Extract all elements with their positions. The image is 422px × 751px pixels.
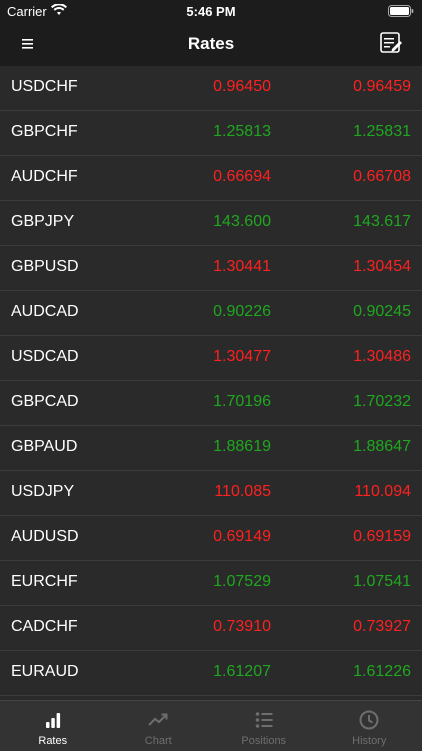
rate-ask: 1.30486	[353, 348, 411, 366]
status-bar: Carrier 5:46 PM	[0, 0, 422, 22]
rate-symbol: GBPUSD	[11, 258, 79, 276]
rate-symbol: AUDCAD	[11, 303, 79, 321]
edit-list-button[interactable]	[378, 30, 404, 56]
rate-ask: 1.30454	[353, 258, 411, 276]
rate-symbol: EURAUD	[11, 663, 79, 681]
rate-ask: 0.96459	[353, 78, 411, 96]
tab-bar: Rates Chart Positions	[0, 700, 422, 751]
rate-bid: 0.96450	[213, 78, 271, 96]
rate-symbol: USDCHF	[11, 78, 78, 96]
rate-row[interactable]: GBPAUD 1.88619 1.88647	[0, 426, 422, 471]
status-time: 5:46 PM	[0, 4, 422, 19]
rates-list[interactable]: USDCHF 0.96450 0.96459 GBPCHF 1.25813 1.25831…	[0, 66, 422, 700]
navigation-bar: Rates	[0, 22, 422, 66]
tab-positions[interactable]: Positions	[211, 701, 317, 751]
rate-symbol: AUDUSD	[11, 528, 79, 546]
rate-bid: 1.70196	[213, 393, 271, 411]
rate-ask: 1.70232	[353, 393, 411, 411]
rate-symbol: GBPCHF	[11, 123, 78, 141]
tab-positions-label: Positions	[211, 735, 317, 747]
rate-ask: 143.617	[353, 213, 411, 231]
rate-row[interactable]: CADCHF 0.73910 0.73927	[0, 606, 422, 651]
rate-ask: 0.90245	[353, 303, 411, 321]
rate-symbol: EURCHF	[11, 573, 78, 591]
edit-list-icon	[378, 43, 404, 60]
rate-bid: 0.69149	[213, 528, 271, 546]
rate-bid: 1.61207	[213, 663, 271, 681]
rate-bid: 1.25813	[213, 123, 271, 141]
rate-symbol: USDCAD	[11, 348, 79, 366]
clock-icon	[358, 709, 380, 731]
rate-bid: 110.085	[214, 483, 271, 501]
rate-row[interactable]: GBPUSD 1.30441 1.30454	[0, 246, 422, 291]
battery-icon	[388, 5, 414, 20]
rate-row[interactable]: USDCAD 1.30477 1.30486	[0, 336, 422, 381]
rate-row[interactable]: EURCHF 1.07529 1.07541	[0, 561, 422, 606]
rate-symbol: CADCHF	[11, 618, 78, 636]
rate-row[interactable]: USDCHF 0.96450 0.96459	[0, 66, 422, 111]
rate-row[interactable]: GBPCAD 1.70196 1.70232	[0, 381, 422, 426]
page-title: Rates	[0, 34, 422, 54]
rate-ask: 110.094	[354, 483, 411, 501]
rate-row[interactable]: EURAUD 1.61207 1.61226	[0, 651, 422, 696]
tab-chart[interactable]: Chart	[106, 701, 212, 751]
tab-history-label: History	[317, 735, 422, 747]
rate-row[interactable]: GBPCHF 1.25813 1.25831	[0, 111, 422, 156]
tab-history[interactable]: History	[317, 701, 422, 751]
rate-bid: 1.07529	[213, 573, 271, 591]
bar-chart-icon	[42, 709, 64, 731]
rate-bid: 0.73910	[213, 618, 271, 636]
rate-row[interactable]: USDJPY 110.085 110.094	[0, 471, 422, 516]
rate-ask: 0.69159	[353, 528, 411, 546]
tab-rates-label: Rates	[0, 735, 106, 747]
rate-ask: 0.66708	[353, 168, 411, 186]
rate-bid: 143.600	[213, 213, 271, 231]
rate-symbol: AUDCHF	[11, 168, 78, 186]
rate-symbol: GBPAUD	[11, 438, 77, 456]
rate-ask: 1.07541	[353, 573, 411, 591]
rate-ask: 1.25831	[353, 123, 411, 141]
rate-ask: 1.88647	[353, 438, 411, 456]
rate-symbol: GBPCAD	[11, 393, 79, 411]
rate-row[interactable]: AUDCAD 0.90226 0.90245	[0, 291, 422, 336]
tab-rates[interactable]: Rates	[0, 701, 106, 751]
rate-bid: 1.88619	[213, 438, 271, 456]
list-icon	[253, 709, 275, 731]
tab-chart-label: Chart	[106, 735, 212, 747]
rate-bid: 0.66694	[213, 168, 271, 186]
rate-ask: 0.73927	[353, 618, 411, 636]
rate-row[interactable]: GBPJPY 143.600 143.617	[0, 201, 422, 246]
rate-ask: 1.61226	[353, 663, 411, 681]
rate-row[interactable]: AUDUSD 0.69149 0.69159	[0, 516, 422, 561]
rate-bid: 1.30441	[213, 258, 271, 276]
rate-row[interactable]: AUDCHF 0.66694 0.66708	[0, 156, 422, 201]
rate-bid: 0.90226	[213, 303, 271, 321]
rate-symbol: GBPJPY	[11, 213, 74, 231]
rate-bid: 1.30477	[213, 348, 271, 366]
rate-symbol: USDJPY	[11, 483, 74, 501]
trending-up-icon	[147, 709, 169, 731]
